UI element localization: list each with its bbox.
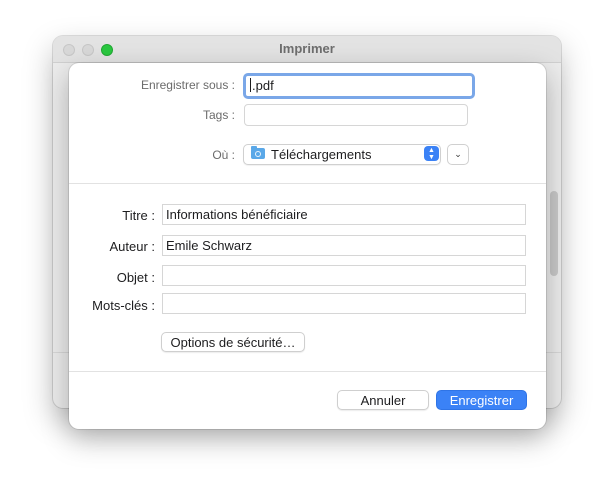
where-label: Où :: [212, 148, 235, 162]
keywords-label: Mots-clés :: [92, 298, 155, 313]
where-popup-button[interactable]: Téléchargements ▲ ▼: [243, 144, 441, 165]
window-title: Imprimer: [279, 41, 335, 56]
text-caret: [250, 78, 251, 92]
expand-browser-button[interactable]: ⌄: [447, 144, 469, 165]
keywords-input[interactable]: [162, 293, 526, 314]
print-window-titlebar: Imprimer: [53, 36, 561, 63]
save-as-input[interactable]: .pdf: [243, 73, 475, 99]
save-as-value: .pdf: [252, 78, 274, 93]
security-options-button[interactable]: Options de sécurité…: [161, 332, 305, 352]
chevron-down-icon: ⌄: [454, 149, 462, 159]
separator: [69, 183, 546, 184]
subject-input[interactable]: [162, 265, 526, 286]
subject-label: Objet :: [116, 270, 155, 285]
save-button[interactable]: Enregistrer: [436, 390, 527, 410]
cancel-button[interactable]: Annuler: [337, 390, 429, 410]
where-value: Téléchargements: [271, 147, 372, 162]
title-label: Titre :: [122, 208, 155, 223]
tags-label: Tags :: [202, 108, 235, 122]
save-as-label: Enregistrer sous :: [140, 78, 235, 92]
scrollbar[interactable]: [550, 191, 558, 276]
author-label: Auteur :: [109, 239, 155, 254]
title-input[interactable]: Informations bénéficiaire: [162, 204, 526, 225]
author-input[interactable]: Emile Schwarz: [162, 235, 526, 256]
save-sheet: Enregistrer sous : .pdf Tags : Où : Télé…: [69, 63, 546, 429]
up-down-chevron-icon: ▲ ▼: [424, 146, 439, 161]
separator: [69, 371, 546, 372]
tags-input[interactable]: [244, 104, 468, 126]
downloads-folder-icon: [251, 146, 265, 159]
